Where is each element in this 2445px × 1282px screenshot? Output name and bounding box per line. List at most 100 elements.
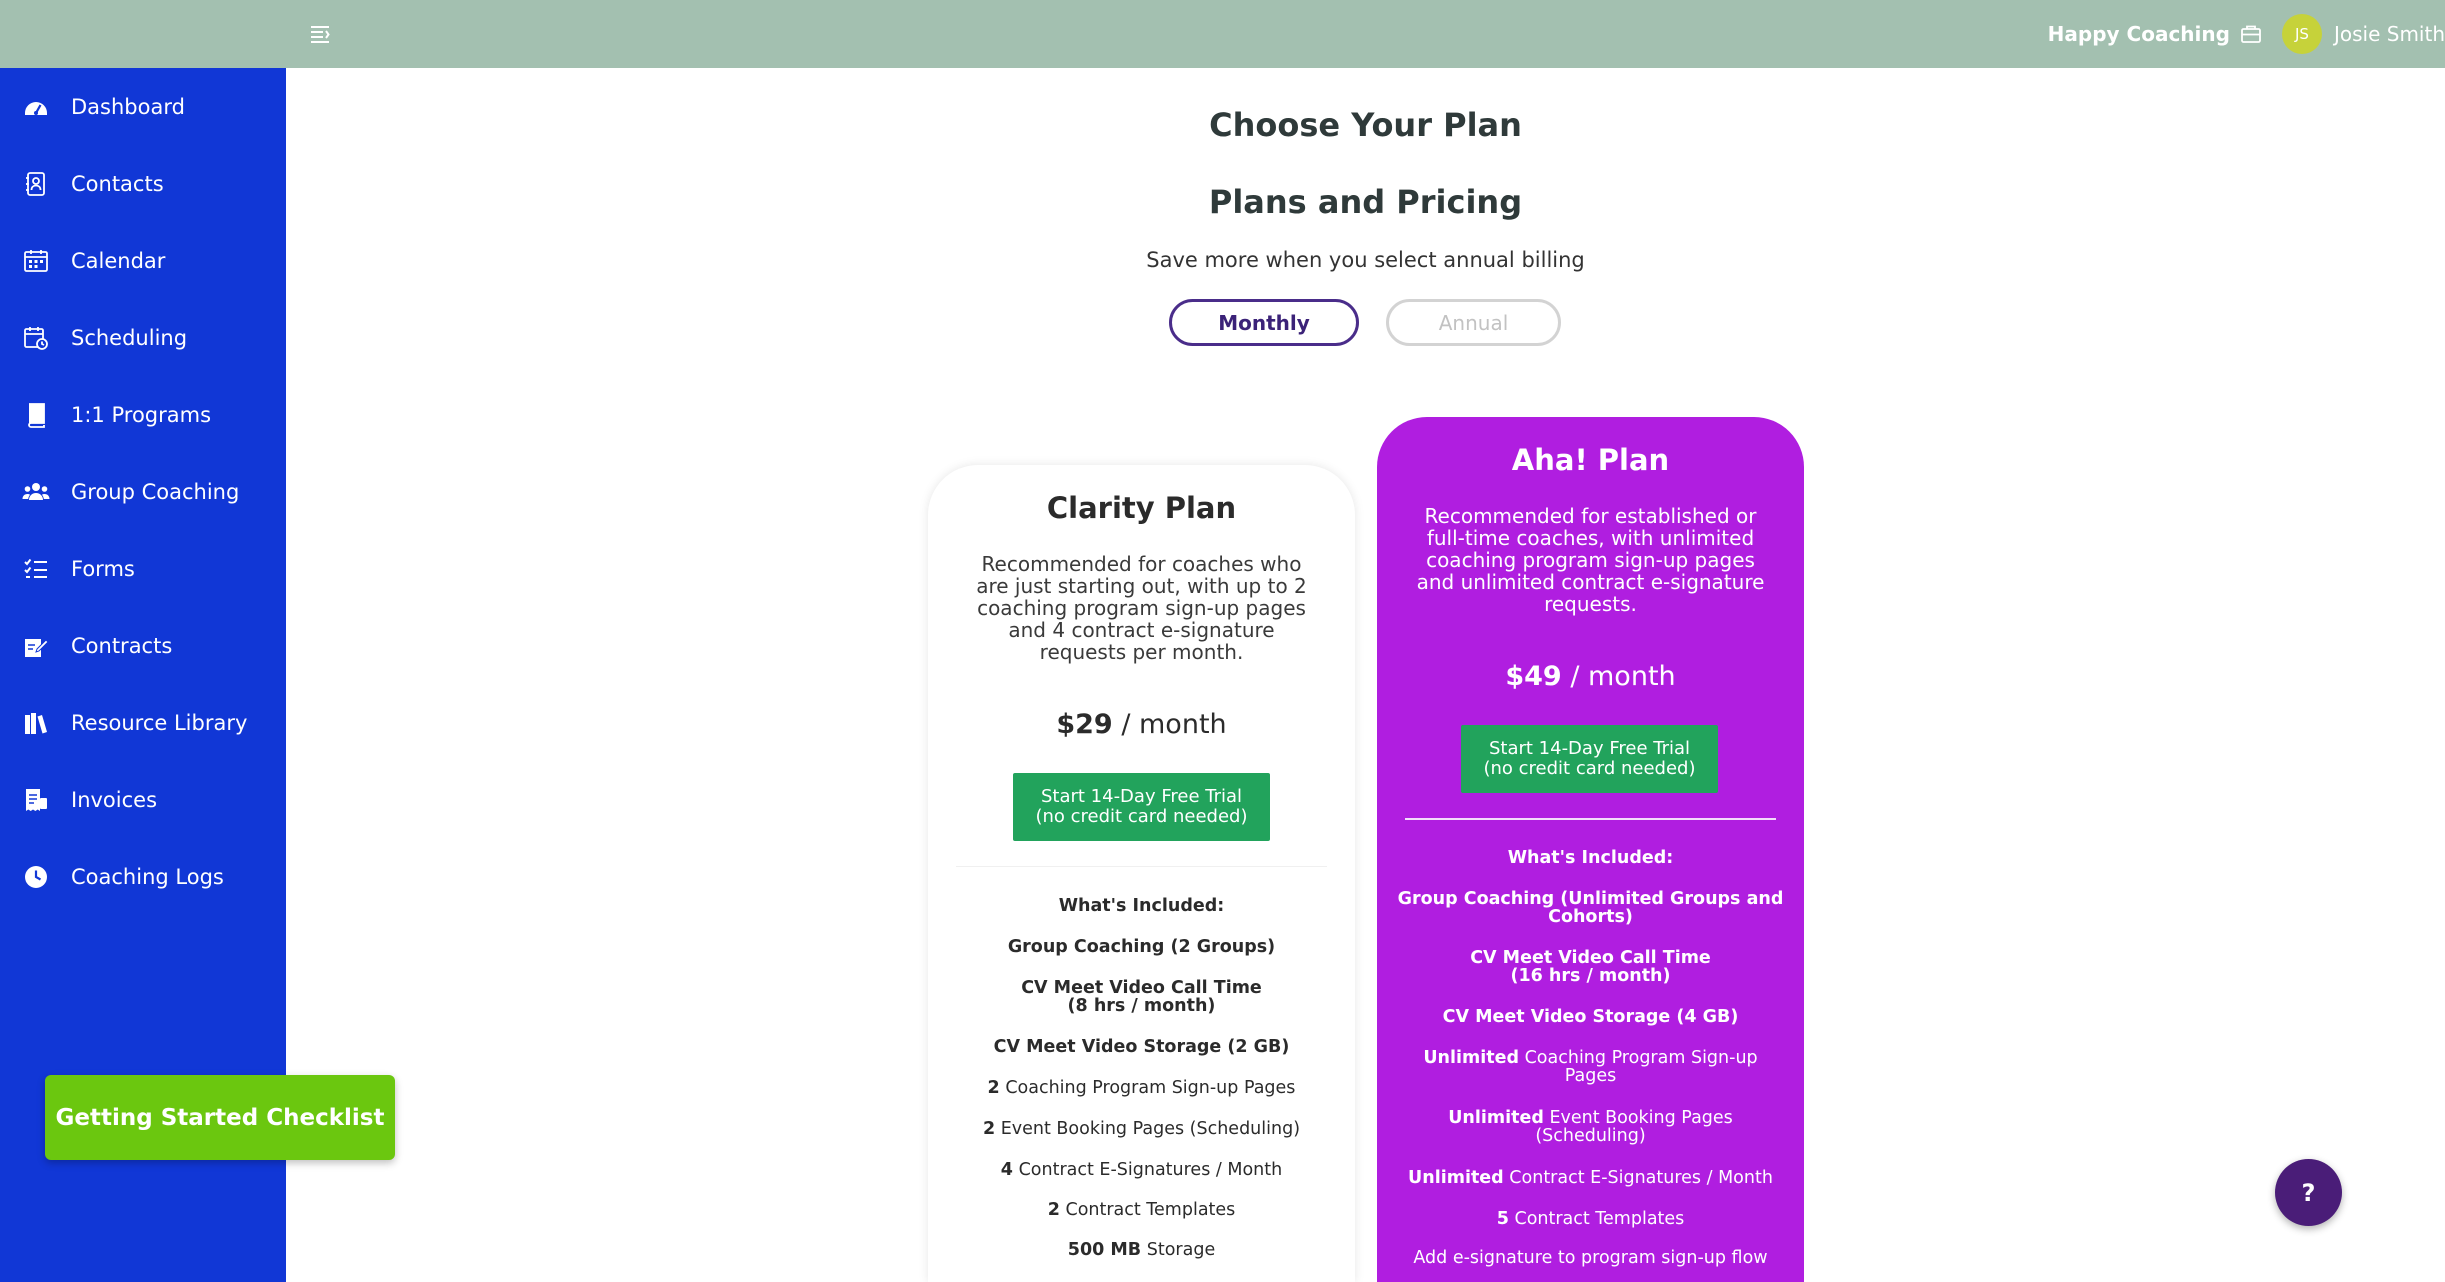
trial-button-line2: (no credit card needed) (1483, 758, 1696, 779)
annual-toggle[interactable]: Annual (1386, 299, 1561, 346)
feature-count: 500 MB (1067, 1240, 1142, 1260)
library-icon (22, 709, 50, 737)
avatar[interactable]: JS (2281, 14, 2322, 54)
sidebar-item-invoices[interactable]: Invoices (0, 770, 286, 830)
sidebar-item-label: Calendar (71, 249, 166, 273)
feature-count: 2 (1047, 1200, 1060, 1220)
price-period: / month (1121, 709, 1227, 740)
feature-templates: 2 Contract Templates (948, 1201, 1335, 1219)
sidebar-item-coaching-logs[interactable]: Coaching Logs (0, 847, 286, 907)
sidebar-item-label: 1:1 Programs (71, 403, 212, 427)
trial-button-line1: Start 14-Day Free Trial (1040, 786, 1243, 807)
feature-text: Event Booking Pages (Scheduling) (1000, 1119, 1301, 1139)
book-icon (22, 401, 50, 429)
forms-icon (22, 555, 50, 583)
sidebar-item-calendar[interactable]: Calendar (0, 231, 286, 291)
contacts-icon (22, 170, 50, 198)
feature-text: Contract E-Signatures / Month (1018, 1160, 1283, 1180)
briefcase-icon[interactable] (2240, 23, 2262, 45)
contracts-icon (22, 632, 50, 660)
org-name[interactable]: Happy Coaching (2048, 22, 2230, 46)
sidebar-item-resource-library[interactable]: Resource Library (0, 693, 286, 753)
start-trial-button[interactable]: Start 14-Day Free Trial (no credit card … (1461, 725, 1718, 793)
plan-price: $29 / month (928, 709, 1355, 740)
feature-esignature-signup-flow: Add e-signature to program sign-up flow (1413, 1248, 1768, 1268)
feature-count: Unlimited (1408, 1168, 1504, 1188)
getting-started-checklist-button[interactable]: Getting Started Checklist (45, 1075, 395, 1160)
included-heading: What's Included: (1507, 848, 1674, 868)
sidebar-item-label: Contracts (71, 634, 173, 658)
plan-name: Aha! Plan (1511, 443, 1670, 477)
plan-description: Recommended for coaches who are just sta… (976, 552, 1307, 664)
feature-count: Unlimited (1423, 1048, 1519, 1068)
feature-count: 2 (982, 1119, 996, 1139)
feature-video-time: CV Meet Video Call Time (8 hrs / month) (948, 979, 1335, 1015)
feature-count: 5 (1496, 1209, 1509, 1229)
sidebar-item-label: Forms (71, 557, 135, 581)
scheduling-icon (22, 324, 50, 352)
plan-description: Recommended for established or full-time… (1416, 504, 1765, 616)
group-icon (22, 478, 50, 506)
sidebar-item-forms[interactable]: Forms (0, 539, 286, 599)
feature-video-time: CV Meet Video Call Time (16 hrs / month) (1397, 949, 1784, 985)
calendar-icon (22, 247, 50, 275)
feature-count: Unlimited (1448, 1108, 1544, 1128)
page-title: Choose Your Plan (1209, 106, 1522, 144)
feature-esignatures: Unlimited Contract E-Signatures / Month (1397, 1169, 1784, 1187)
feature-group-coaching: Group Coaching (Unlimited Groups and Coh… (1397, 889, 1784, 927)
sidebar-item-contracts[interactable]: Contracts (0, 616, 286, 676)
feature-video-storage: CV Meet Video Storage (2 GB) (993, 1037, 1290, 1057)
feature-templates: 5 Contract Templates (1397, 1210, 1784, 1228)
sidebar-item-label: Dashboard (71, 95, 185, 119)
sidebar-item-scheduling[interactable]: Scheduling (0, 308, 286, 368)
feature-event-pages: 2 Event Booking Pages (Scheduling) (948, 1120, 1335, 1138)
start-trial-button[interactable]: Start 14-Day Free Trial (no credit card … (1013, 773, 1270, 841)
trial-button-line2: (no credit card needed) (1035, 806, 1248, 827)
pricing-heading: Plans and Pricing (1208, 183, 1523, 221)
sidebar-item-label: Coaching Logs (71, 865, 224, 889)
sidebar-item-label: Resource Library (71, 711, 248, 735)
divider (956, 866, 1327, 867)
feature-count: 4 (1000, 1160, 1013, 1180)
feature-count: 2 (987, 1078, 1000, 1098)
feature-event-pages: Unlimited Event Booking Pages (Schedulin… (1397, 1109, 1784, 1145)
feature-text: Contract E-Signatures / Month (1509, 1168, 1773, 1188)
sidebar-item-contacts[interactable]: Contacts (0, 154, 286, 214)
plan-price: $49 / month (1377, 661, 1804, 692)
menu-toggle-icon[interactable] (308, 22, 332, 46)
sidebar-item-group-coaching[interactable]: Group Coaching (0, 462, 286, 522)
divider (1405, 818, 1776, 820)
top-bar: Happy Coaching JS Josie Smith (0, 0, 2445, 68)
user-name[interactable]: Josie Smith (2334, 22, 2445, 46)
trial-button-line1: Start 14-Day Free Trial (1488, 738, 1691, 759)
feature-video-storage: CV Meet Video Storage (4 GB) (1442, 1007, 1739, 1027)
feature-esignatures: 4 Contract E-Signatures / Month (948, 1161, 1335, 1179)
help-button[interactable]: ? (2275, 1159, 2342, 1226)
feature-text: Event Booking Pages (Scheduling) (1535, 1108, 1733, 1146)
price-period: / month (1570, 661, 1676, 692)
feature-video-line1: CV Meet Video Call Time (1021, 978, 1262, 998)
sidebar-item-label: Scheduling (71, 326, 188, 350)
sidebar-item-programs[interactable]: 1:1 Programs (0, 385, 286, 445)
billing-note: Save more when you select annual billing (1146, 248, 1585, 272)
feature-group-coaching: Group Coaching (2 Groups) (1007, 937, 1276, 957)
invoices-icon (22, 786, 50, 814)
included-heading: What's Included: (1058, 896, 1225, 916)
price-amount: $29 (1056, 709, 1113, 740)
feature-text: Contract Templates (1514, 1209, 1685, 1229)
feature-video-line2: (16 hrs / month) (1510, 966, 1671, 986)
account-area: Happy Coaching JS Josie Smith (2048, 0, 2445, 68)
monthly-toggle[interactable]: Monthly (1169, 299, 1359, 346)
feature-text: Coaching Program Sign-up Pages (1524, 1048, 1758, 1086)
feature-storage: 500 MB Storage (948, 1241, 1335, 1259)
dashboard-icon (22, 93, 50, 121)
feature-text: Storage (1146, 1240, 1216, 1260)
feature-video-line1: CV Meet Video Call Time (1470, 948, 1711, 968)
feature-text: Coaching Program Sign-up Pages (1005, 1078, 1296, 1098)
plan-name: Clarity Plan (1046, 491, 1237, 525)
aha-plan-card: Aha! Plan Recommended for established or… (1377, 417, 1804, 1282)
clock-icon (22, 863, 50, 891)
sidebar-item-dashboard[interactable]: Dashboard (0, 77, 286, 137)
feature-video-line2: (8 hrs / month) (1067, 996, 1216, 1016)
sidebar-item-label: Contacts (71, 172, 164, 196)
